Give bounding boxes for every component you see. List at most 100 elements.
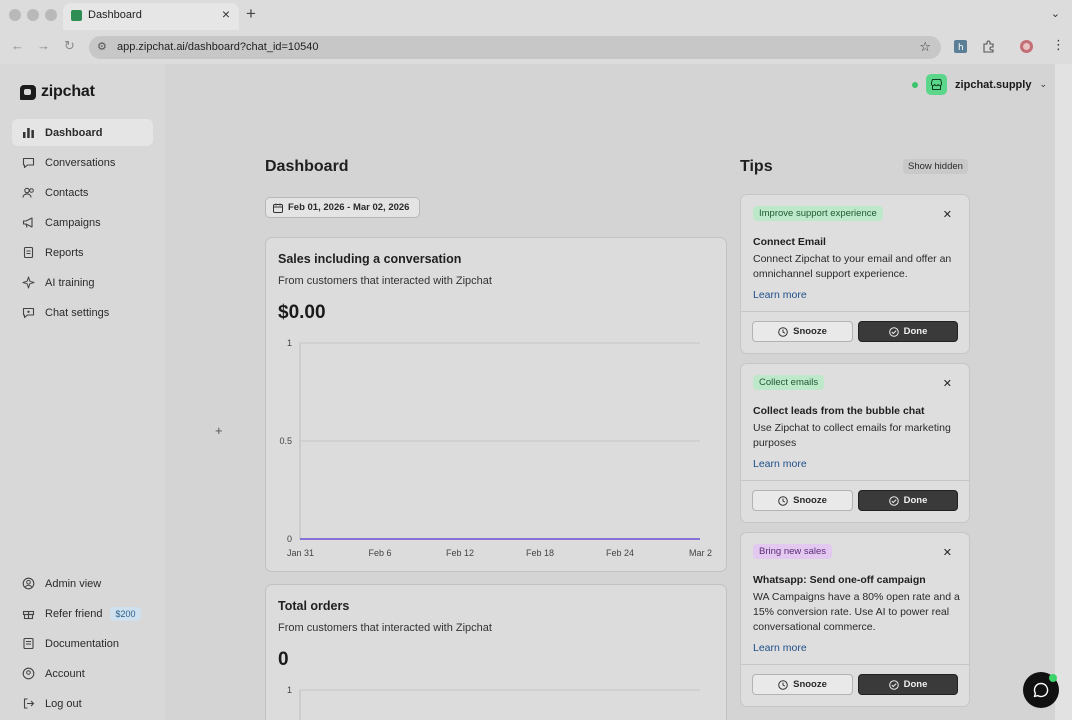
tip-tag: Collect emails [753,375,825,390]
done-button[interactable]: Done [858,321,958,342]
sidebar-item-label: AI training [45,276,95,289]
chevron-down-icon: ⌄ [1039,79,1047,89]
done-label: Done [903,679,928,690]
user-circle-icon [22,577,35,590]
orders-card: Total orders From customers that interac… [265,584,727,720]
chat-online-indicator [1049,674,1057,682]
sidebar-item-chat-settings[interactable]: Chat settings [12,299,153,326]
tab-title: Dashboard [88,9,142,21]
new-tab-icon[interactable]: + [246,5,256,22]
zipchat-logo-icon [20,84,36,100]
sidebar-item-label: Admin view [45,577,102,590]
puzzle-icon[interactable] [982,40,995,53]
done-button[interactable]: Done [858,674,958,695]
window-zoom-button[interactable] [45,9,57,21]
x-tick-label: Mar 2 [689,548,712,558]
sidebar-nav: Dashboard Conversations Contacts Campaig… [12,119,153,329]
sidebar-item-account[interactable]: Account [12,660,153,687]
sidebar-item-label: Refer friend [45,607,103,620]
y-tick-label: 1 [287,685,292,695]
done-button[interactable]: Done [858,490,958,511]
learn-more-link[interactable]: Learn more [753,458,807,470]
sidebar-item-contacts[interactable]: Contacts [12,179,153,206]
close-icon[interactable]: ✕ [943,546,952,559]
sidebar-item-label: Conversations [45,156,116,169]
app-window: zipchat Dashboard Conversations Contacts… [0,64,1055,720]
page-scrollbar[interactable] [1055,64,1072,720]
sidebar-item-ai-training[interactable]: AI training [12,269,153,296]
megaphone-icon [22,217,33,228]
sidebar-item-conversations[interactable]: Conversations [12,149,153,176]
site-settings-icon[interactable]: ⚙ [97,40,107,53]
sidebar-item-label: Chat settings [45,306,110,319]
sidebar-item-documentation[interactable]: Documentation [12,630,153,657]
sidebar-bottom-nav: Admin view Refer friend $200 Documentati… [12,570,153,720]
chat-settings-icon [22,307,35,319]
tips-title: Tips [740,158,773,175]
window-minimize-button[interactable] [27,9,39,21]
tab-close-icon[interactable]: × [222,7,230,21]
tab-strip: Dashboard × + ⌄ [0,0,1072,30]
sidebar-item-label: Log out [45,697,82,710]
forward-icon[interactable]: → [37,39,50,52]
snooze-button[interactable]: Snooze [752,674,853,695]
sparkle-icon [22,276,35,289]
tip-divider [741,311,969,312]
clock-icon [778,326,788,337]
show-hidden-button[interactable]: Show hidden [903,159,968,174]
card-subtitle: From customers that interacted with Zipc… [278,622,492,634]
tip-divider [741,664,969,665]
sidebar-item-label: Campaigns [45,216,101,229]
sidebar-item-log-out[interactable]: Log out [12,690,153,717]
sidebar-item-dashboard[interactable]: Dashboard [12,119,153,146]
sidebar: zipchat Dashboard Conversations Contacts… [0,64,165,720]
card-subtitle: From customers that interacted with Zipc… [278,275,492,287]
zipchat-logo[interactable]: zipchat [20,83,95,101]
snooze-button[interactable]: Snooze [752,321,853,342]
address-bar[interactable]: ⚙ app.zipchat.ai/dashboard?chat_id=10540… [89,36,941,59]
book-icon [23,637,34,650]
y-tick-label: 0 [287,534,292,544]
sidebar-item-reports[interactable]: Reports [12,239,153,266]
snooze-button[interactable]: Snooze [752,490,853,511]
x-tick-label: Feb 6 [368,548,391,558]
profile-avatar-icon[interactable] [1020,40,1033,53]
tip-title: Connect Email [753,236,826,248]
x-tick-label: Feb 24 [606,548,634,558]
date-range-picker[interactable]: Feb 01, 2026 - Mar 02, 2026 [265,197,420,218]
extension-icon[interactable]: h [954,40,967,53]
url-text[interactable]: app.zipchat.ai/dashboard?chat_id=10540 [117,41,319,53]
tip-tag: Bring new sales [753,544,833,559]
close-icon[interactable]: ✕ [943,377,952,390]
date-range-text: Feb 01, 2026 - Mar 02, 2026 [288,202,410,213]
browser-chrome: Dashboard × + ⌄ ← → ↻ ⚙ app.zipchat.ai/d… [0,0,1072,64]
tab-search-chevron-icon[interactable]: ⌄ [1051,7,1060,20]
tip-card: Improve support experience ✕ Connect Ema… [740,194,970,354]
card-title: Total orders [278,599,350,613]
sidebar-item-admin-view[interactable]: Admin view [12,570,153,597]
bookmark-star-icon[interactable]: ☆ [919,39,931,55]
mouse-cursor-icon: + [215,423,223,438]
account-icon [22,667,35,680]
account-switcher[interactable]: zipchat.supply ⌄ [912,74,1047,95]
zipchat-favicon-icon [71,10,82,21]
window-close-button[interactable] [9,9,21,21]
close-icon[interactable]: ✕ [943,208,952,221]
x-tick-label: Feb 12 [446,548,474,558]
check-circle-icon [888,679,899,690]
card-title: Sales including a conversation [278,252,462,266]
x-tick-label: Feb 18 [526,548,554,558]
chat-icon [22,157,35,169]
sidebar-item-campaigns[interactable]: Campaigns [12,209,153,236]
tip-body: Connect Zipchat to your email and offer … [753,253,952,280]
sales-chart: 1 0.5 0 Jan 31 Feb 6 Feb 12 Feb 18 Feb 24 Mar 2 [279,338,712,558]
sidebar-item-refer-friend[interactable]: Refer friend $200 [12,600,153,627]
learn-more-link[interactable]: Learn more [753,289,807,301]
browser-menu-icon[interactable]: ⋮ [1052,38,1065,51]
browser-tab[interactable]: Dashboard × [63,3,239,30]
learn-more-link[interactable]: Learn more [753,642,807,654]
reload-icon[interactable]: ↻ [64,39,75,52]
calendar-icon [273,203,283,213]
back-icon[interactable]: ← [11,39,24,52]
check-circle-icon [888,326,899,337]
